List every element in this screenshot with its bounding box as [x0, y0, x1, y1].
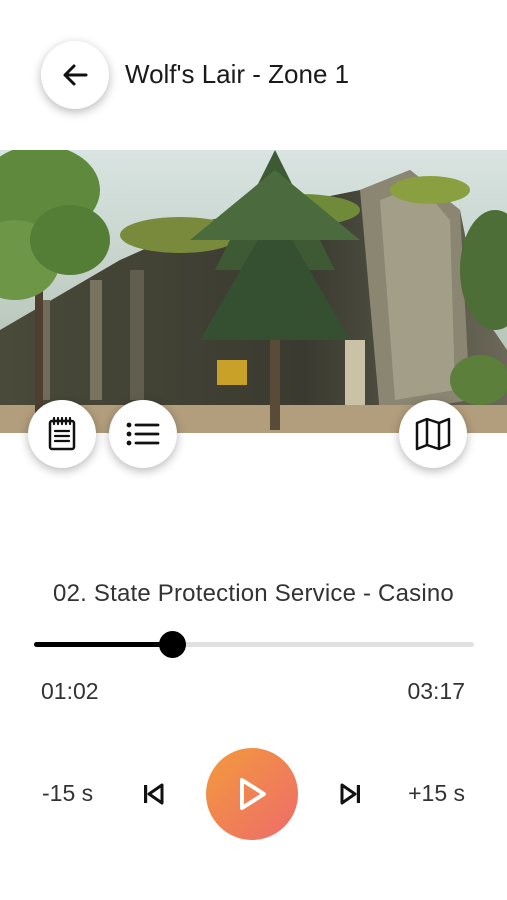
next-track-button[interactable]: [331, 774, 371, 814]
skip-previous-icon: [144, 783, 164, 805]
current-time: 01:02: [41, 678, 99, 704]
clipboard-notes-icon: [48, 417, 76, 451]
play-icon: [240, 778, 266, 810]
back-button[interactable]: [41, 41, 109, 109]
zone-photo: [0, 150, 507, 433]
list-icon: [126, 422, 160, 446]
header: Wolf's Lair - Zone 1: [0, 0, 507, 150]
rewind-15-button[interactable]: -15 s: [42, 780, 93, 807]
notes-button[interactable]: [28, 400, 96, 468]
arrow-left-icon: [63, 64, 88, 86]
track-title: 02. State Protection Service - Casino: [53, 580, 454, 607]
map-icon: [415, 417, 451, 451]
forward-15-button[interactable]: +15 s: [408, 780, 465, 807]
play-button[interactable]: [206, 748, 298, 840]
progress-bar[interactable]: [34, 631, 474, 658]
page-title: Wolf's Lair - Zone 1: [125, 59, 350, 89]
previous-track-button[interactable]: [133, 774, 173, 814]
progress-thumb[interactable]: [158, 631, 186, 658]
progress-fill: [34, 642, 172, 647]
skip-next-icon: [340, 783, 360, 805]
map-button[interactable]: [399, 400, 467, 468]
track-list-button[interactable]: [109, 400, 177, 468]
total-time: 03:17: [407, 678, 465, 704]
